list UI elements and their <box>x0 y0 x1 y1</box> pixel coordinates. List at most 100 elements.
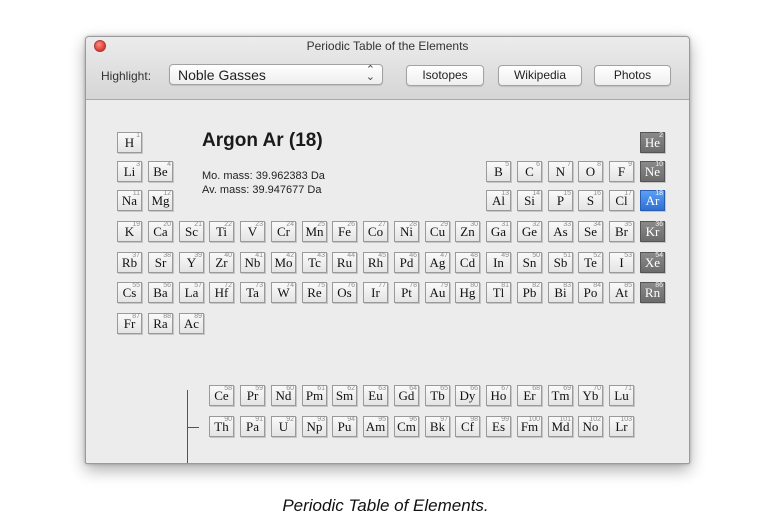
element-cell-s[interactable]: 16 S <box>578 190 603 211</box>
photos-button[interactable]: Photos <box>594 65 671 86</box>
element-cell-np[interactable]: 93 Np <box>302 416 327 437</box>
element-cell-pa[interactable]: 91 Pa <box>240 416 265 437</box>
element-cell-c[interactable]: 6C <box>517 161 542 182</box>
element-cell-cm[interactable]: 96 Cm <box>394 416 419 437</box>
element-cell-i[interactable]: 53 I <box>609 252 634 273</box>
element-cell-la[interactable]: 57 La <box>179 282 204 303</box>
element-cell-as[interactable]: 33 As <box>548 221 573 242</box>
element-cell-y[interactable]: 39 Y <box>179 252 204 273</box>
element-cell-pb[interactable]: 82 Pb <box>517 282 542 303</box>
element-cell-cs[interactable]: 55 Cs <box>117 282 142 303</box>
element-cell-tm[interactable]: 69 Tm <box>548 385 573 406</box>
element-cell-ra[interactable]: 88 Ra <box>148 313 173 334</box>
element-cell-ti[interactable]: 22 Ti <box>209 221 234 242</box>
element-cell-in[interactable]: 49 In <box>486 252 511 273</box>
element-cell-gd[interactable]: 64 Gd <box>394 385 419 406</box>
element-cell-am[interactable]: 95 Am <box>363 416 388 437</box>
element-cell-w[interactable]: 74 W <box>271 282 296 303</box>
element-cell-si[interactable]: 14 Si <box>517 190 542 211</box>
isotopes-button[interactable]: Isotopes <box>406 65 484 86</box>
element-cell-ru[interactable]: 44 Ru <box>332 252 357 273</box>
highlight-popup[interactable]: Noble Gasses ⌃ ⌄ <box>169 64 383 85</box>
element-cell-ge[interactable]: 32 Ge <box>517 221 542 242</box>
element-cell-cu[interactable]: 29 Cu <box>425 221 450 242</box>
element-cell-md[interactable]: 101 Md <box>548 416 573 437</box>
element-cell-lu[interactable]: 71 Lu <box>609 385 634 406</box>
element-cell-pu[interactable]: 94 Pu <box>332 416 357 437</box>
element-cell-hf[interactable]: 72 Hf <box>209 282 234 303</box>
element-cell-nb[interactable]: 41 Nb <box>240 252 265 273</box>
element-cell-tb[interactable]: 65 Tb <box>425 385 450 406</box>
element-cell-ne[interactable]: 10 Ne <box>640 161 665 182</box>
element-cell-he[interactable]: 2 He <box>640 132 665 153</box>
element-cell-u[interactable]: 92 U <box>271 416 296 437</box>
element-cell-ir[interactable]: 77 Ir <box>363 282 388 303</box>
element-cell-h[interactable]: 1H <box>117 132 142 153</box>
element-cell-v[interactable]: 23 V <box>240 221 265 242</box>
element-cell-pd[interactable]: 46 Pd <box>394 252 419 273</box>
element-cell-b[interactable]: 5B <box>486 161 511 182</box>
element-cell-au[interactable]: 79 Au <box>425 282 450 303</box>
element-cell-zn[interactable]: 30 Zn <box>455 221 480 242</box>
element-cell-cd[interactable]: 48 Cd <box>455 252 480 273</box>
element-cell-mg[interactable]: 12 Mg <box>148 190 173 211</box>
element-cell-n[interactable]: 7N <box>548 161 573 182</box>
element-cell-f[interactable]: 9F <box>609 161 634 182</box>
element-cell-mo[interactable]: 42 Mo <box>271 252 296 273</box>
element-cell-yb[interactable]: 70 Yb <box>578 385 603 406</box>
element-cell-ca[interactable]: 20 Ca <box>148 221 173 242</box>
element-cell-po[interactable]: 84 Po <box>578 282 603 303</box>
element-cell-p[interactable]: 15 P <box>548 190 573 211</box>
element-cell-os[interactable]: 76 Os <box>332 282 357 303</box>
element-cell-zr[interactable]: 40 Zr <box>209 252 234 273</box>
element-cell-rn[interactable]: 86 Rn <box>640 282 665 303</box>
element-cell-dy[interactable]: 66 Dy <box>455 385 480 406</box>
element-cell-sm[interactable]: 62 Sm <box>332 385 357 406</box>
element-cell-pm[interactable]: 61 Pm <box>302 385 327 406</box>
element-cell-at[interactable]: 85 At <box>609 282 634 303</box>
element-cell-fm[interactable]: 100 Fm <box>517 416 542 437</box>
element-cell-ar[interactable]: 18 Ar <box>640 190 665 211</box>
element-cell-be[interactable]: 4 Be <box>148 161 173 182</box>
element-cell-th[interactable]: 90 Th <box>209 416 234 437</box>
element-cell-te[interactable]: 52 Te <box>578 252 603 273</box>
element-cell-eu[interactable]: 63 Eu <box>363 385 388 406</box>
element-cell-rb[interactable]: 37 Rb <box>117 252 142 273</box>
element-cell-re[interactable]: 75 Re <box>302 282 327 303</box>
element-cell-ni[interactable]: 28 Ni <box>394 221 419 242</box>
element-cell-rh[interactable]: 45 Rh <box>363 252 388 273</box>
element-cell-br[interactable]: 35 Br <box>609 221 634 242</box>
element-cell-bk[interactable]: 97 Bk <box>425 416 450 437</box>
element-cell-fr[interactable]: 87 Fr <box>117 313 142 334</box>
element-cell-kr[interactable]: 36 Kr <box>640 221 665 242</box>
element-cell-fe[interactable]: 26 Fe <box>332 221 357 242</box>
element-cell-tc[interactable]: 43 Tc <box>302 252 327 273</box>
element-cell-bi[interactable]: 83 Bi <box>548 282 573 303</box>
element-cell-cr[interactable]: 24 Cr <box>271 221 296 242</box>
element-cell-nd[interactable]: 60 Nd <box>271 385 296 406</box>
wikipedia-button[interactable]: Wikipedia <box>498 65 582 86</box>
element-cell-no[interactable]: 102 No <box>578 416 603 437</box>
element-cell-er[interactable]: 68 Er <box>517 385 542 406</box>
element-cell-pr[interactable]: 59 Pr <box>240 385 265 406</box>
element-cell-sn[interactable]: 50 Sn <box>517 252 542 273</box>
element-cell-se[interactable]: 34 Se <box>578 221 603 242</box>
element-cell-tl[interactable]: 81 Tl <box>486 282 511 303</box>
element-cell-k[interactable]: 19 K <box>117 221 142 242</box>
element-cell-sb[interactable]: 51 Sb <box>548 252 573 273</box>
element-cell-xe[interactable]: 54 Xe <box>640 252 665 273</box>
element-cell-ac[interactable]: 89 Ac <box>179 313 204 334</box>
element-cell-li[interactable]: 3 Li <box>117 161 142 182</box>
element-cell-ba[interactable]: 56 Ba <box>148 282 173 303</box>
element-cell-o[interactable]: 8O <box>578 161 603 182</box>
element-cell-cl[interactable]: 17 Cl <box>609 190 634 211</box>
element-cell-pt[interactable]: 78 Pt <box>394 282 419 303</box>
element-cell-sr[interactable]: 38 Sr <box>148 252 173 273</box>
element-cell-hg[interactable]: 80 Hg <box>455 282 480 303</box>
element-cell-ta[interactable]: 73 Ta <box>240 282 265 303</box>
element-cell-ag[interactable]: 47 Ag <box>425 252 450 273</box>
element-cell-lr[interactable]: 103 Lr <box>609 416 634 437</box>
element-cell-ho[interactable]: 67 Ho <box>486 385 511 406</box>
element-cell-ga[interactable]: 31 Ga <box>486 221 511 242</box>
element-cell-na[interactable]: 11 Na <box>117 190 142 211</box>
